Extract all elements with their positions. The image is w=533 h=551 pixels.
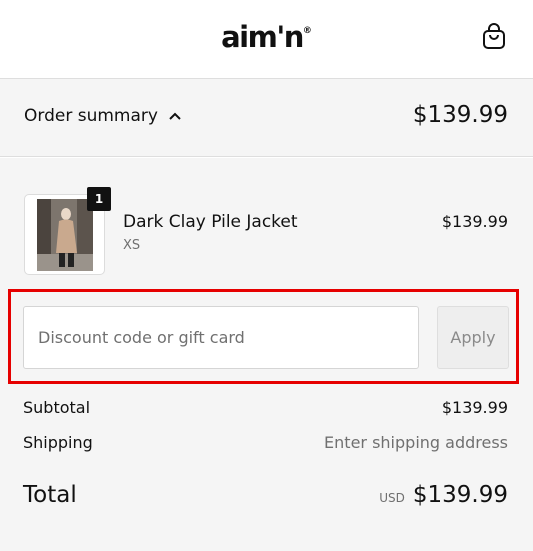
product-variant: XS (123, 238, 141, 253)
site-header: aim'n® (0, 0, 533, 79)
quantity-badge: 1 (87, 187, 111, 211)
total-amount: $139.99 (412, 482, 508, 508)
product-price: $139.99 (441, 212, 508, 231)
total-label: Total (23, 482, 77, 508)
shipping-label: Shipping (23, 433, 93, 452)
shopping-bag-icon[interactable] (481, 22, 507, 50)
total-currency: USD (379, 491, 405, 505)
product-thumbnail: 1 (24, 187, 111, 275)
order-summary-panel: 1 Dark Clay Pile Jacket XS $139.99 Apply… (0, 158, 533, 551)
order-summary-total: $139.99 (412, 102, 508, 128)
brand-logo[interactable]: aim'n® (0, 20, 533, 54)
chevron-up-icon (169, 112, 181, 120)
order-summary-toggle[interactable]: Order summary (24, 106, 182, 126)
order-summary-label: Order summary (24, 106, 158, 126)
shipping-value: Enter shipping address (324, 433, 508, 452)
logo-text: aim'n (221, 20, 304, 54)
subtotal-value: $139.99 (441, 398, 508, 417)
subtotal-label: Subtotal (23, 398, 91, 417)
product-name: Dark Clay Pile Jacket (123, 212, 298, 232)
registered-mark: ® (302, 26, 312, 36)
order-summary-bar: Order summary $139.99 (0, 79, 533, 157)
total-value: USD $139.99 (379, 482, 508, 508)
apply-discount-button[interactable]: Apply (437, 306, 509, 369)
product-image (37, 199, 93, 271)
discount-code-input[interactable] (23, 306, 419, 369)
